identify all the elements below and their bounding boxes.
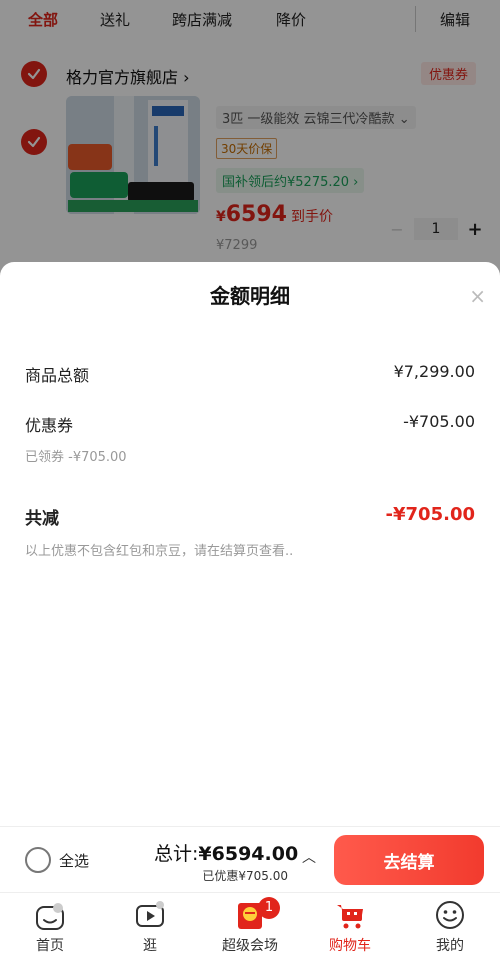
nav-cart[interactable]: 购物车 [310, 899, 390, 955]
checkout-bar: 全选 总计:¥6594.00 ︿ 已优惠¥705.00 去结算 [0, 826, 500, 892]
subtotal-value: ¥7,299.00 [393, 362, 475, 381]
nav-profile[interactable]: 我的 [410, 899, 490, 955]
chevron-up-icon[interactable]: ︿ [302, 847, 316, 867]
saved-amount: 已优惠¥705.00 [202, 869, 288, 883]
total-price: 总计:¥6594.00 [154, 843, 299, 865]
coupon-value: -¥705.00 [403, 412, 475, 431]
subtotal-label: 商品总额 [25, 366, 90, 385]
checkout-button[interactable]: 去结算 [334, 835, 484, 885]
select-all-label[interactable]: 全选 [59, 850, 89, 871]
home-icon [36, 903, 64, 930]
nav-home[interactable]: 首页 [10, 899, 90, 955]
coupon-label: 优惠券 [25, 416, 74, 435]
nav-super-venue[interactable]: 1 超级会场 [210, 897, 290, 955]
coupon-sub-text: 已领券 -¥705.00 [25, 450, 127, 465]
close-icon[interactable]: × [469, 284, 486, 308]
bottom-navigation: 首页 逛 1 超级会场 购物车 我的 [0, 892, 500, 962]
total-discount-value: -¥705.00 [385, 504, 475, 525]
amount-detail-sheet: 金额明细 × 商品总额 ¥7,299.00 优惠券 -¥705.00 已领券 -… [0, 262, 500, 826]
discount-note: 以上优惠不包含红包和京豆，请在结算页查看.. [25, 544, 294, 559]
cart-icon [337, 905, 363, 929]
sheet-title: 金额明细 [210, 284, 290, 308]
notification-badge: 1 [258, 897, 280, 919]
nav-browse[interactable]: 逛 [110, 899, 190, 955]
profile-icon [436, 901, 464, 929]
total-discount-label: 共减 [25, 509, 59, 529]
select-all-radio[interactable] [25, 847, 51, 873]
video-icon [136, 901, 164, 927]
